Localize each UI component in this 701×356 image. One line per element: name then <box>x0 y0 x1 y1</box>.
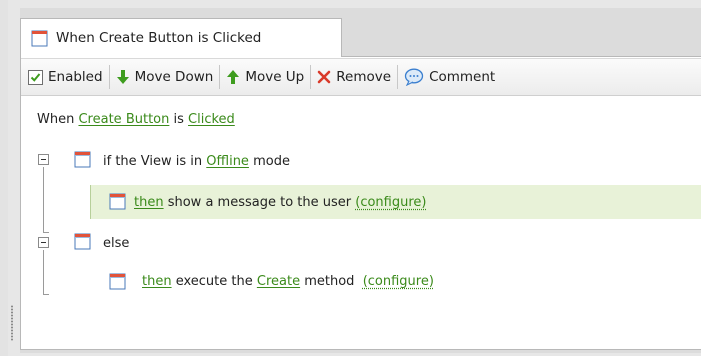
action-text: execute the <box>175 274 253 289</box>
condition-suffix-text: mode <box>253 154 290 169</box>
comment-bubble-icon <box>404 68 424 86</box>
then-link[interactable]: then <box>134 195 164 210</box>
then-action-2: then execute the Create method (configur… <box>142 274 434 289</box>
enabled-checkbox[interactable] <box>28 69 43 85</box>
comment-label: Comment <box>429 69 496 85</box>
if-condition: if the View is in Offline mode <box>103 154 290 169</box>
action-icon <box>109 273 126 290</box>
checkmark-icon <box>30 72 41 82</box>
move-up-button[interactable]: Move Up <box>220 62 310 92</box>
control-link[interactable]: Create Button <box>78 112 169 127</box>
header-mid-text: is <box>173 112 184 127</box>
method-suffix-text: method <box>304 274 355 289</box>
header-prefix-text: When <box>37 112 75 127</box>
then-action-1: then show a message to the user (configu… <box>134 195 426 210</box>
toolbar: Enabled Move Down Move Up Remove Comment <box>21 58 701 96</box>
tree-connector <box>43 294 49 295</box>
configure-link[interactable]: (configure) <box>355 195 426 210</box>
tab-title: When Create Button is Clicked <box>56 30 262 46</box>
configure-link[interactable]: (configure) <box>363 274 434 289</box>
action-icon <box>109 193 126 210</box>
method-link[interactable]: Create <box>257 274 300 289</box>
view-mode-link[interactable]: Offline <box>206 154 249 169</box>
rule-definition: When Create Button is Clicked if the Vie… <box>21 97 701 349</box>
remove-x-icon <box>317 70 331 84</box>
tree-connector <box>43 250 44 295</box>
rule-tab[interactable]: When Create Button is Clicked <box>20 18 342 57</box>
rule-header: When Create Button is Clicked <box>37 112 235 127</box>
collapse-else-toggle[interactable] <box>38 237 49 248</box>
then-link[interactable]: then <box>142 274 172 289</box>
else-icon <box>74 233 91 250</box>
enabled-toggle[interactable]: Enabled <box>26 62 109 92</box>
comment-button[interactable]: Comment <box>398 62 501 92</box>
arrow-down-icon <box>116 70 129 84</box>
action-text: show a message to the user <box>167 195 352 210</box>
move-down-label: Move Down <box>134 69 214 85</box>
tree-connector <box>43 167 44 233</box>
condition-icon <box>74 151 91 168</box>
window-frame-left <box>0 0 8 356</box>
tree-connector <box>43 232 49 233</box>
else-label: else <box>103 236 130 251</box>
move-up-label: Move Up <box>245 69 305 85</box>
event-link[interactable]: Clicked <box>188 112 235 127</box>
remove-button[interactable]: Remove <box>311 62 397 92</box>
condition-prefix-text: if the View is in <box>103 154 203 169</box>
enabled-label: Enabled <box>48 69 103 85</box>
arrow-up-icon <box>227 70 240 84</box>
move-down-button[interactable]: Move Down <box>110 62 220 92</box>
collapse-if-toggle[interactable] <box>38 154 49 165</box>
rule-window-icon <box>31 30 48 46</box>
remove-label: Remove <box>336 69 392 85</box>
resize-grip[interactable] <box>11 305 13 341</box>
